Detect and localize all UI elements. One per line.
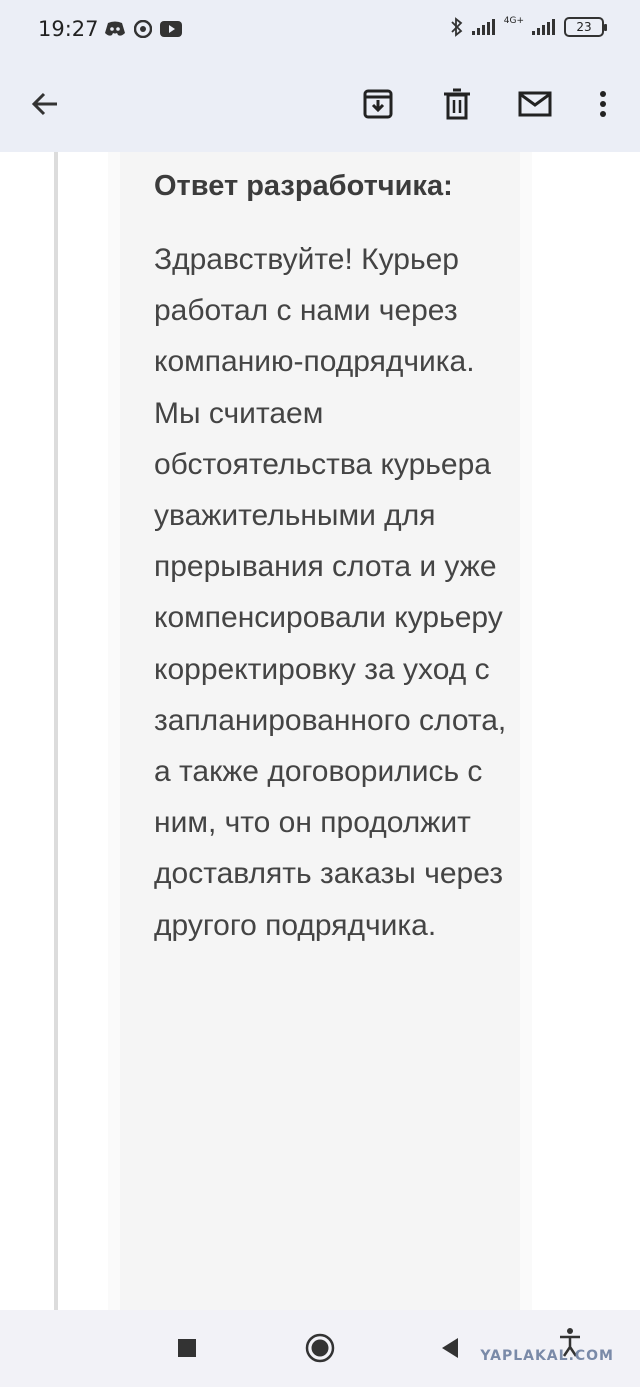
chrome-icon	[134, 20, 152, 38]
more-vert-icon	[600, 91, 606, 117]
signal-icon	[471, 19, 495, 35]
youtube-icon	[160, 21, 182, 37]
network-type-label: 4G+	[503, 16, 524, 26]
discord-icon	[105, 21, 125, 36]
quote-rail	[54, 152, 58, 1310]
archive-button[interactable]	[354, 80, 402, 128]
notification-icons	[104, 20, 182, 38]
developer-reply-heading: Ответ разработчика:	[154, 170, 453, 202]
status-time: 19:27	[38, 17, 99, 41]
archive-icon	[363, 89, 393, 119]
back-triangle-icon	[442, 1338, 458, 1358]
system-back-button[interactable]	[430, 1328, 470, 1368]
email-content[interactable]: Ответ разработчика: Здравствуйте! Курьер…	[0, 152, 640, 1310]
signal-icon-2	[532, 19, 555, 35]
watermark: YAPLAKAL.COM	[480, 1348, 614, 1364]
mark-unread-button[interactable]	[511, 80, 559, 128]
battery-level: 23	[576, 20, 592, 34]
home-circle-icon	[305, 1333, 335, 1363]
back-arrow-icon	[31, 92, 57, 116]
system-icons: 4G+ 23	[450, 16, 607, 37]
bluetooth-icon	[451, 17, 463, 37]
mail-icon	[518, 91, 552, 117]
developer-reply-body: Здравствуйте! Курьер работал с нами чере…	[154, 243, 507, 942]
status-bar: 19:27 4G+ 23	[0, 0, 640, 58]
more-options-button[interactable]	[579, 80, 627, 128]
recents-square-icon	[178, 1339, 196, 1357]
recents-button[interactable]	[167, 1328, 207, 1368]
delete-button[interactable]	[433, 80, 481, 128]
app-bar	[0, 58, 640, 152]
back-button[interactable]	[21, 80, 69, 128]
delete-icon	[444, 88, 470, 120]
battery-icon: 23	[564, 17, 607, 37]
home-button[interactable]	[300, 1328, 340, 1368]
